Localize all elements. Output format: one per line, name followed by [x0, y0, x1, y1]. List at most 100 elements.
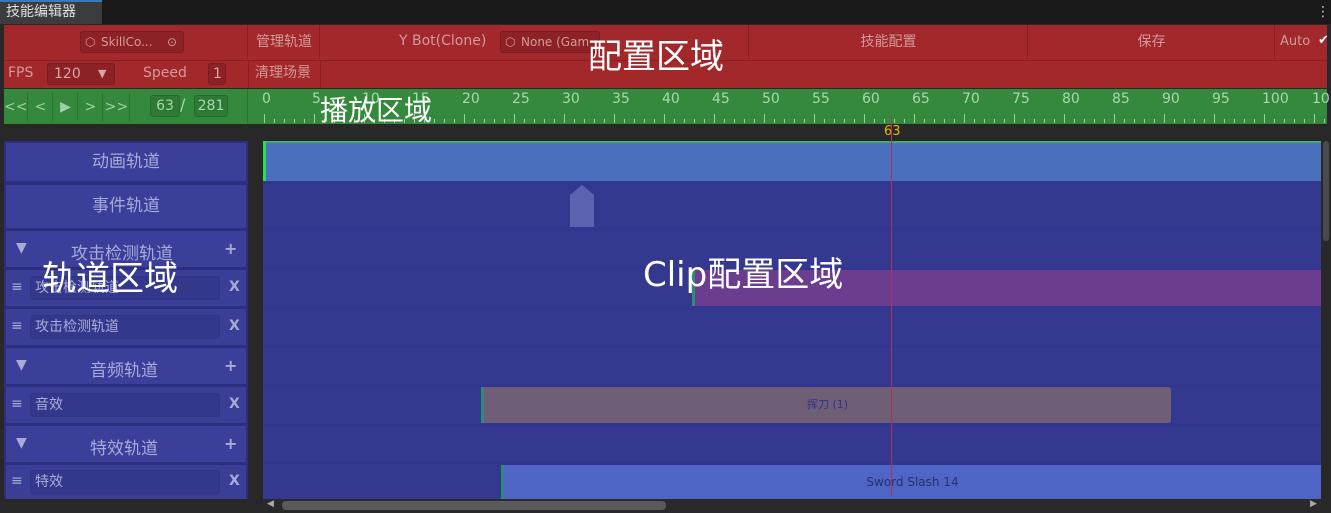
drag-handle-icon[interactable]: ≡: [11, 473, 23, 489]
ruler-tick: [994, 119, 995, 123]
add-sub-track-button[interactable]: +: [224, 434, 237, 453]
ruler-tick: [764, 114, 765, 123]
remove-sub-track-button[interactable]: X: [229, 396, 240, 412]
scene-object-field[interactable]: ⬡ None (Gam: [500, 31, 600, 53]
next-frame-button[interactable]: >: [79, 93, 103, 121]
ruler-tick: [1114, 114, 1115, 123]
add-sub-track-button[interactable]: +: [224, 239, 237, 258]
ruler-tick: [1244, 119, 1245, 123]
ruler-tick: [754, 119, 755, 123]
manage-tracks-button[interactable]: 管理轨道: [249, 25, 320, 59]
auto-checkbox[interactable]: ✔: [1318, 34, 1327, 48]
effect-group-label: 特效轨道: [90, 439, 158, 459]
ruler-tick: [974, 119, 975, 123]
ruler-tick: [544, 119, 545, 123]
object-picker-icon[interactable]: ⊙: [167, 32, 177, 52]
clip-start-marker: [263, 141, 266, 181]
drag-handle-icon[interactable]: ≡: [11, 396, 23, 412]
ruler-tick: [1024, 119, 1025, 123]
cube-icon: ⬡: [505, 35, 516, 49]
ruler-tick-label: 90: [1162, 91, 1180, 107]
event-marker-icon[interactable]: [570, 185, 594, 227]
play-region-label: 播放区域: [320, 94, 433, 127]
ruler-tick: [274, 119, 275, 123]
effect-clip[interactable]: Sword Slash 14: [501, 465, 1321, 499]
ruler-tick: [1324, 119, 1325, 123]
clear-scene-button[interactable]: 清理场景: [255, 61, 311, 86]
skill-asset-value: SkillCo...: [101, 35, 153, 49]
play-button[interactable]: ▶: [54, 93, 78, 121]
ruler-tick: [864, 114, 865, 123]
attack-sub-track-2-name[interactable]: 攻击检测轨道: [30, 315, 220, 339]
save-button[interactable]: 保存: [1029, 25, 1275, 59]
event-track-header[interactable]: 事件轨道: [6, 185, 246, 228]
total-frames-field[interactable]: 281: [194, 95, 228, 117]
vertical-scrollbar-thumb[interactable]: [1323, 141, 1329, 241]
remove-sub-track-button[interactable]: X: [229, 473, 240, 489]
ruler-tick: [784, 119, 785, 123]
speed-label: Speed: [143, 65, 187, 81]
kebab-icon[interactable]: ⋮: [1316, 3, 1330, 21]
add-sub-track-button[interactable]: +: [224, 356, 237, 375]
effect-group-header[interactable]: ▼ 特效轨道 +: [6, 426, 246, 462]
window-tab-title[interactable]: 技能编辑器: [0, 0, 102, 24]
ruler-tick: [444, 119, 445, 123]
ruler-tick: [624, 119, 625, 123]
fps-value: 120: [54, 66, 81, 82]
playhead-frame-label: 63: [884, 124, 901, 139]
ruler-tick: [514, 114, 515, 123]
collapse-triangle-icon[interactable]: ▼: [16, 240, 27, 256]
ruler-tick: [924, 119, 925, 123]
speed-field[interactable]: 1: [208, 63, 226, 85]
ruler-tick: [1184, 119, 1185, 123]
ruler-tick: [634, 119, 635, 123]
ruler-tick: [504, 119, 505, 123]
prev-frame-button[interactable]: <: [29, 93, 53, 121]
scroll-right-icon[interactable]: ▶: [1310, 499, 1317, 509]
collapse-triangle-icon[interactable]: ▼: [16, 435, 27, 451]
ruler-tick: [1204, 119, 1205, 123]
ruler-tick: [1074, 119, 1075, 123]
audio-sub-track-name[interactable]: 音效: [30, 393, 220, 417]
fps-dropdown[interactable]: 120 ▼: [47, 63, 115, 85]
animation-track-header[interactable]: 动画轨道: [6, 143, 246, 181]
horizontal-scrollbar-thumb[interactable]: [282, 501, 666, 510]
scroll-left-icon[interactable]: ◀: [267, 499, 274, 509]
first-frame-button[interactable]: <<: [4, 93, 28, 121]
ruler-tick: [1144, 119, 1145, 123]
remove-sub-track-button[interactable]: X: [229, 318, 240, 334]
attack-sub-2-row[interactable]: [263, 309, 1321, 345]
audio-clip[interactable]: 挥刀 (1): [481, 387, 1171, 423]
drag-handle-icon[interactable]: ≡: [11, 279, 23, 295]
ruler-tick: [734, 119, 735, 123]
ruler-tick: [804, 119, 805, 123]
last-frame-button[interactable]: >>: [104, 93, 130, 121]
event-track-row[interactable]: [263, 184, 1321, 227]
audio-group-header[interactable]: ▼ 音频轨道 +: [6, 348, 246, 384]
ruler-tick: [1174, 119, 1175, 123]
drag-handle-icon[interactable]: ≡: [11, 318, 23, 334]
ruler-tick: [824, 119, 825, 123]
ruler-tick: [664, 114, 665, 123]
ruler-tick: [1094, 119, 1095, 123]
track-region-label: 轨道区域: [42, 259, 178, 299]
ruler-tick: [1084, 119, 1085, 123]
effect-sub-track-name[interactable]: 特效: [30, 470, 220, 494]
collapse-triangle-icon[interactable]: ▼: [16, 357, 27, 373]
chevron-down-icon: ▼: [98, 67, 107, 80]
audio-group-label: 音频轨道: [90, 361, 158, 381]
current-frame-field[interactable]: 63: [150, 95, 180, 117]
skill-config-button[interactable]: 技能配置: [750, 25, 1028, 59]
skill-asset-field[interactable]: ⬡ SkillCo... ⊙: [80, 31, 184, 53]
animation-clip[interactable]: [263, 141, 1321, 181]
remove-sub-track-button[interactable]: X: [229, 279, 240, 295]
ruler-tick: [794, 119, 795, 123]
ruler-tick-label: 80: [1062, 91, 1080, 107]
playhead-line[interactable]: [891, 117, 892, 496]
scene-object-value: None (Gam: [521, 35, 590, 49]
ruler-tick-label: 85: [1112, 91, 1130, 107]
ruler-tick: [1134, 119, 1135, 123]
ruler-tick: [714, 114, 715, 123]
ruler-tick-label: 25: [512, 91, 530, 107]
ruler-tick: [454, 119, 455, 123]
